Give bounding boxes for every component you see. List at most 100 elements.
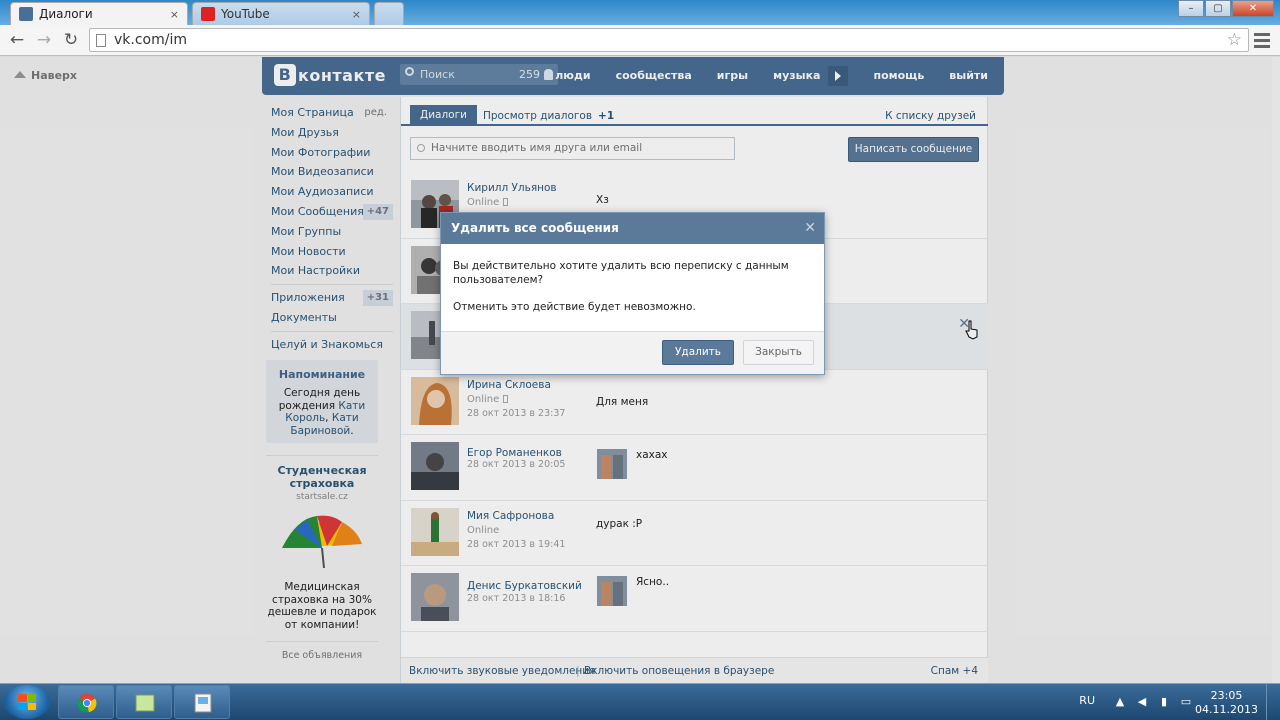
maximize-button[interactable]: ▢ [1205, 0, 1231, 17]
page-scrollbar[interactable] [1272, 57, 1280, 683]
tab-dialogs[interactable]: Диалоги × [10, 2, 188, 25]
menu-news[interactable]: Мои Новости [271, 242, 395, 262]
reload-icon[interactable]: ↻ [60, 30, 82, 52]
nav-logout[interactable]: выйти [949, 69, 988, 86]
browser-tab-bar: Диалоги × YouTube × – ▢ ✕ [0, 0, 1280, 25]
nav-people[interactable]: люди [555, 69, 590, 86]
nav-help[interactable]: помощь [873, 69, 924, 86]
forward-arrow-icon[interactable]: → [33, 30, 55, 52]
message-preview: хахах [636, 449, 668, 461]
taskbar-chrome[interactable] [58, 685, 114, 719]
address-bar[interactable]: vk.com/im ☆ [89, 28, 1249, 52]
menu-divider [271, 330, 393, 332]
menu-videos[interactable]: Мои Видеозаписи [271, 162, 395, 182]
contact-name[interactable]: Кирилл Ульянов [467, 182, 557, 194]
ad-title[interactable]: Студенческая страховка [266, 464, 378, 490]
menu-divider [271, 284, 393, 286]
header-nav: люди сообщества игры музыка помощь выйти [530, 66, 988, 86]
nav-communities[interactable]: сообщества [616, 69, 692, 86]
system-tray: RU ▲ ◀ ▮ ▭ 23:05 04.11.2013 [1020, 684, 1280, 720]
contact-name[interactable]: Егор Романенков [467, 447, 562, 459]
spam-link[interactable]: Спам +4 [931, 665, 978, 677]
nav-games[interactable]: игры [717, 69, 748, 86]
menu-groups[interactable]: Мои Группы [271, 222, 395, 242]
window-close-button[interactable]: ✕ [1232, 0, 1274, 17]
contact-name[interactable]: Денис Буркатовский [467, 580, 582, 592]
tab-view-dialogs[interactable]: Просмотр диалогов +1 [483, 106, 614, 127]
menu-my-page[interactable]: Моя Страница ред. [271, 103, 395, 123]
clock[interactable]: 23:05 04.11.2013 [1195, 689, 1258, 717]
minimize-button[interactable]: – [1178, 0, 1204, 17]
start-button[interactable] [4, 685, 50, 719]
apps-count-badge: +31 [362, 290, 393, 307]
ad-domain: startsale.cz [296, 492, 348, 502]
bookmark-star-icon[interactable]: ☆ [1227, 30, 1242, 50]
windows-taskbar: RU ▲ ◀ ▮ ▭ 23:05 04.11.2013 [0, 683, 1280, 720]
umbrella-image[interactable] [277, 508, 367, 570]
window-controls: – ▢ ✕ [1177, 0, 1274, 17]
menu-messages[interactable]: Мои Сообщения +47 [271, 202, 395, 222]
nav-music[interactable]: музыка [773, 69, 820, 86]
menu-audio[interactable]: Мои Аудиозаписи [271, 182, 395, 202]
menu-documents[interactable]: Документы [271, 308, 395, 328]
back-arrow-icon[interactable]: ← [6, 30, 28, 52]
sender-avatar [597, 449, 627, 479]
menu-apps[interactable]: Приложения +31 [271, 288, 395, 308]
dialog-header: Удалить все сообщения ✕ [441, 213, 824, 244]
back-to-top-link[interactable]: Наверх [14, 69, 77, 82]
dialog-row[interactable]: Денис Буркатовский 28 окт 2013 в 18:16 Я… [401, 566, 988, 632]
tab-youtube[interactable]: YouTube × [192, 2, 370, 25]
play-icon[interactable] [828, 66, 849, 86]
advertisement[interactable]: Студенческая страховка startsale.cz Меди… [266, 455, 378, 661]
menu-photos[interactable]: Мои Фотографии [271, 143, 395, 163]
new-tab-button[interactable] [374, 2, 404, 25]
vk-logo[interactable]: В контакте [274, 64, 386, 86]
browser-menu-icon[interactable] [1252, 30, 1272, 50]
dialog-footer: Удалить Закрыть [441, 331, 824, 374]
avatar [411, 442, 459, 490]
delete-dialog: Удалить все сообщения ✕ Вы действительно… [440, 212, 825, 375]
messages-panel: Диалоги Просмотр диалогов +1 К списку дру… [400, 97, 988, 683]
view-count: +1 [598, 110, 615, 122]
dialog-row[interactable]: Мия Сафронова Online 28 окт 2013 в 19:41… [401, 501, 988, 566]
contact-name[interactable]: Ирина Склоева [467, 379, 551, 391]
friend-search-input[interactable]: Начните вводить имя друга или email [410, 137, 735, 160]
tab-dialogs-active[interactable]: Диалоги [410, 105, 477, 126]
url-text: vk.com/im [114, 32, 187, 48]
birthday-reminder: Напоминание Сегодня день рождения Кати К… [266, 360, 378, 443]
taskbar-notes[interactable] [116, 685, 172, 719]
browser-notifications-link[interactable]: Включить оповещения в браузере [584, 665, 774, 677]
edit-link[interactable]: ред. [364, 103, 387, 123]
dialog-body: Вы действительно хотите удалить всю пере… [441, 244, 824, 331]
close-button[interactable]: Закрыть [743, 340, 814, 365]
contact-name[interactable]: Мия Сафронова [467, 510, 554, 522]
power-icon[interactable]: ▮ [1158, 696, 1170, 708]
close-icon[interactable]: ✕ [804, 213, 816, 244]
network-icon[interactable]: ▭ [1180, 696, 1192, 708]
dialog-row[interactable]: Ирина Склоева Online 28 окт 2013 в 23:37… [401, 370, 988, 435]
reminder-title: Напоминание [278, 368, 366, 381]
dialog-row[interactable]: Егор Романенков 28 окт 2013 в 20:05 хаха… [401, 435, 988, 501]
footer-separator: | [576, 664, 580, 677]
tab-close-icon[interactable]: × [352, 8, 361, 21]
delete-button[interactable]: Удалить [662, 340, 734, 365]
logo-text: контакте [298, 65, 386, 85]
tab-close-icon[interactable]: × [170, 8, 179, 21]
sound-notifications-link[interactable]: Включить звуковые уведомления [409, 665, 595, 677]
language-indicator[interactable]: RU [1079, 694, 1095, 707]
message-preview: Хз [596, 194, 609, 206]
write-message-button[interactable]: Написать сообщение [848, 137, 979, 162]
menu-app-kiss[interactable]: Целуй и Знакомься [271, 335, 395, 355]
show-desktop-button[interactable] [1266, 684, 1280, 720]
online-status: Online [467, 394, 509, 405]
all-ads-link[interactable]: Все объявления [266, 641, 378, 661]
clock-date: 04.11.2013 [1195, 703, 1258, 716]
volume-icon[interactable]: ◀ [1136, 696, 1148, 708]
menu-settings[interactable]: Мои Настройки [271, 261, 395, 281]
friends-list-link[interactable]: К списку друзей [885, 106, 976, 127]
taskbar-paint[interactable] [174, 685, 230, 719]
logo-letter: В [274, 64, 296, 86]
online-status: Online [467, 197, 509, 208]
menu-friends[interactable]: Мои Друзья [271, 123, 395, 143]
tray-expand-icon[interactable]: ▲ [1114, 696, 1126, 708]
